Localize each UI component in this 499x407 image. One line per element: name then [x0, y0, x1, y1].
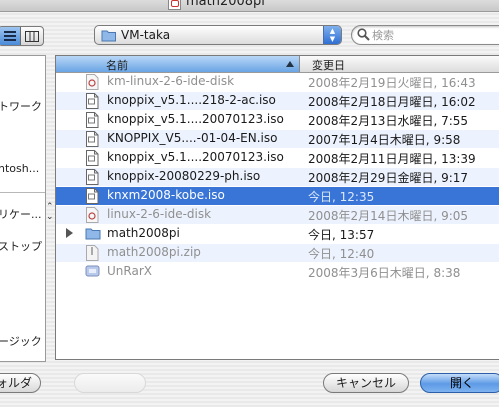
file-modified-date: 2008年2月11日月曜日, 13:39 [308, 152, 476, 166]
disk-image-icon [85, 74, 99, 93]
folder-icon [85, 226, 101, 243]
file-row[interactable]: linux-2-6-ide-disk 2008年2月14日木曜日, 9:05 [56, 206, 499, 224]
document-proxy-icon[interactable] [168, 0, 181, 10]
file-list: 名前 変更日 km-linux-2-6-ide-disk 2008年2月19日火曜… [55, 55, 499, 360]
file-name: knoppix_v5.1....218-2-ac.iso [107, 93, 276, 107]
column-view-icon [25, 30, 39, 42]
file-name: knoppix_v5.1....20070123.iso [107, 112, 284, 126]
file-modified-date: 2007年1月4日木曜日, 9:58 [308, 133, 461, 147]
folder-icon [101, 30, 116, 42]
list-header: 名前 変更日 [56, 56, 499, 73]
file-row[interactable]: knoppix-20080229-ph.iso 2008年2月29日金曜日, 9:… [56, 168, 499, 186]
file-name: math2008pi.zip [107, 245, 201, 259]
file-name: knoppix-20080229-ph.iso [107, 169, 261, 183]
file-row[interactable]: km-linux-2-6-ide-disk 2008年2月19日火曜日, 16:4… [56, 73, 499, 91]
column-name-label: 名前 [106, 59, 128, 72]
disclosure-triangle-icon[interactable] [66, 228, 73, 238]
document-icon [85, 112, 99, 131]
sidebar-item-desktop[interactable]: ストップ [0, 238, 42, 254]
disabled-button [74, 373, 146, 393]
file-row[interactable]: knxm2008-kobe.iso 今日, 12:35 [56, 187, 499, 205]
sidebar-item-network[interactable]: トワーク [0, 98, 42, 114]
location-popup[interactable]: VM-taka ▲ ▼ [94, 25, 342, 45]
popup-arrows-icon: ▲ ▼ [323, 26, 341, 44]
search-icon [357, 28, 370, 41]
file-name: math2008pi [107, 226, 180, 240]
list-view-icon [3, 31, 16, 41]
open-button[interactable]: 開く [420, 373, 499, 393]
sidebar: トワーク ntosh... リケー... ストップ ージック [0, 55, 46, 362]
file-name: UnRarX [107, 264, 152, 278]
search-field[interactable] [351, 25, 499, 45]
document-icon [85, 150, 99, 169]
column-view-button[interactable] [21, 27, 43, 45]
window-title: math2008pi [186, 0, 265, 9]
file-row[interactable]: math2008pi.zip 今日, 12:40 [56, 244, 499, 262]
file-modified-date: 今日, 12:35 [308, 190, 375, 204]
location-label: VM-taka [121, 28, 171, 42]
file-modified-date: 2008年2月29日金曜日, 9:17 [308, 171, 469, 185]
file-row[interactable]: knoppix_v5.1....20070123.iso 2008年2月11日月曜… [56, 149, 499, 167]
sidebar-item-music[interactable]: ージック [0, 333, 42, 349]
file-modified-date: 2008年3月6日木曜日, 8:38 [308, 266, 461, 280]
cancel-button[interactable]: キャンセル [323, 373, 409, 393]
file-modified-date: 2008年2月14日木曜日, 9:05 [308, 209, 469, 223]
file-row[interactable]: knoppix_v5.1....20070123.iso 2008年2月13日水曜… [56, 111, 499, 129]
file-row[interactable]: knoppix_v5.1....218-2-ac.iso 2008年2月18日月曜… [56, 92, 499, 110]
view-mode-control [0, 26, 44, 46]
file-row[interactable]: math2008pi 今日, 13:57 [56, 225, 499, 243]
file-modified-date: 2008年2月19日火曜日, 16:43 [308, 76, 476, 90]
sidebar-item-volume[interactable]: ntosh... [0, 162, 39, 175]
column-header-modified[interactable]: 変更日 [312, 57, 345, 73]
search-input[interactable] [372, 27, 499, 43]
list-view-button[interactable] [0, 27, 21, 45]
file-modified-date: 今日, 12:40 [308, 247, 375, 261]
file-name: linux-2-6-ide-disk [107, 207, 212, 221]
file-name: KNOPPIX_V5....-01-04-EN.iso [107, 131, 278, 145]
file-modified-date: 今日, 13:57 [308, 228, 375, 242]
sidebar-scroll-arrows-icon[interactable]: ⌃ ⌄ [46, 202, 54, 222]
file-name: knxm2008-kobe.iso [107, 188, 225, 202]
new-folder-button[interactable]: ォルダ [0, 373, 41, 393]
document-icon [85, 169, 99, 188]
window-titlebar: math2008pi [0, 0, 499, 12]
document-icon [85, 188, 99, 207]
sort-ascending-icon [286, 61, 294, 67]
document-icon [85, 131, 99, 150]
file-modified-date: 2008年2月18日月曜日, 16:02 [308, 95, 476, 109]
zip-icon [85, 245, 99, 264]
file-row[interactable]: UnRarX 2008年3月6日木曜日, 8:38 [56, 263, 499, 281]
column-header-name[interactable]: 名前 [56, 56, 300, 72]
file-name: knoppix_v5.1....20070123.iso [107, 150, 284, 164]
file-row[interactable]: KNOPPIX_V5....-01-04-EN.iso 2007年1月4日木曜日,… [56, 130, 499, 148]
disk-image-icon [85, 207, 99, 226]
file-name: km-linux-2-6-ide-disk [107, 74, 235, 88]
file-modified-date: 2008年2月13日水曜日, 7:55 [308, 114, 469, 128]
sidebar-item-applications[interactable]: リケー... [0, 206, 42, 222]
document-icon [85, 93, 99, 112]
app-icon [85, 264, 101, 281]
sidebar-divider [0, 192, 45, 193]
